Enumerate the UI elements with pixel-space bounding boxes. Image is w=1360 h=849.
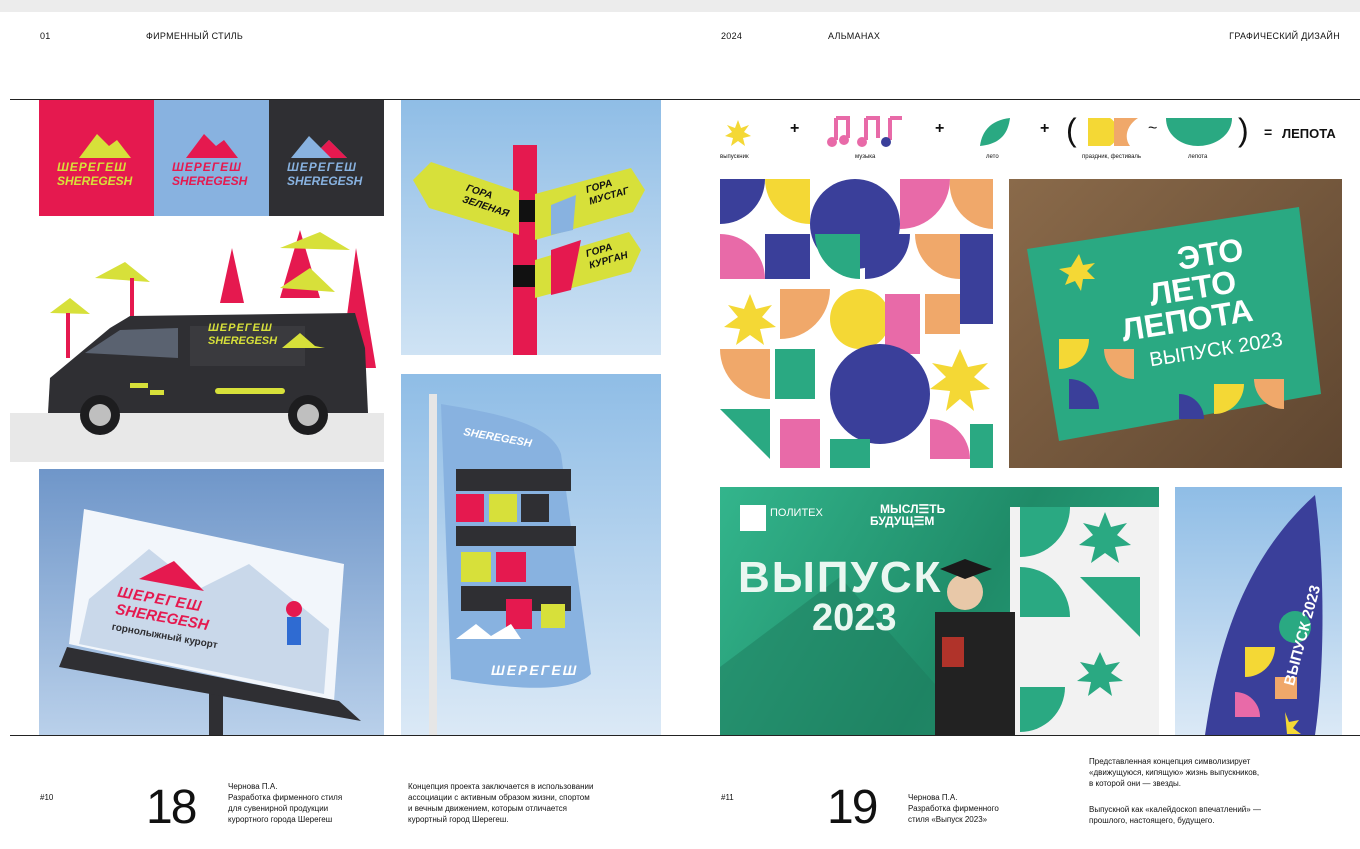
- logo-en-text: SHEREGESH: [172, 174, 248, 188]
- left-desc-line-4: курортный город Шерегеш.: [408, 815, 509, 824]
- right-work-line-2: стиля «Выпуск 2023»: [908, 815, 988, 824]
- logo-tile-pink: ШЕРЕГЕШ SHEREGESH: [39, 100, 154, 216]
- van-logo-en: SHEREGESH: [208, 335, 278, 347]
- logo-tile-blue: ШЕРЕГЕШ SHEREGESH: [154, 100, 269, 216]
- label-music: музыка: [855, 154, 876, 160]
- right-desc-line-1: Представленная концепция символизирует: [1089, 757, 1251, 766]
- year-label: 2024: [721, 31, 743, 41]
- flag-image: SHEREGESH ШЕРЕГЕШ: [401, 374, 661, 735]
- right-page-number: 19: [827, 781, 878, 834]
- card-mockup-image: ЭТО ЛЕТО ЛЕПОТА ВЫПУСК 2023: [1009, 179, 1342, 468]
- banner-slogan-2: БУДУЩ☰М: [870, 514, 935, 528]
- logo-ru-text: ШЕРЕГЕШ: [172, 160, 242, 174]
- right-author: Чернова П.А.: [908, 793, 958, 802]
- logo-en-text: SHEREGESH: [287, 174, 363, 188]
- logo-ru-text: ШЕРЕГЕШ: [287, 160, 357, 174]
- signpost-image: ГОРА ЗЕЛЕНАЯ ГОРА МУСТАГ ГОРА КУРГАН: [401, 100, 661, 355]
- formula-result: ЛЕПОТА: [1282, 126, 1336, 141]
- graduation-flag-image: ВЫПУСК 2023: [1175, 487, 1342, 735]
- paren-close: ): [1238, 112, 1249, 148]
- pattern-panel: [720, 179, 993, 468]
- left-author: Чернова П.А.: [228, 782, 278, 791]
- section-title: ФИРМЕННЫЙ СТИЛЬ: [146, 31, 244, 41]
- flag-bottom-text: ШЕРЕГЕШ: [491, 662, 579, 678]
- van-mockup-image: ШЕРЕГЕШ SHEREGESH: [10, 218, 384, 462]
- paren-open: (: [1066, 112, 1077, 148]
- label-graduate: выпускник: [720, 154, 749, 160]
- page-number-header: 01: [40, 31, 51, 41]
- almanac-label: АЛЬМАНАХ: [828, 31, 881, 41]
- plus-sign: +: [1040, 120, 1050, 137]
- logo-tile-dark: ШЕРЕГЕШ SHEREGESH: [269, 100, 384, 216]
- plus-sign: +: [935, 120, 945, 137]
- left-work-id: #10: [40, 793, 54, 802]
- left-desc-line-1: Концепция проекта заключается в использо…: [408, 782, 594, 791]
- right-work-id: #11: [721, 793, 734, 802]
- banner-title: ВЫПУСК: [738, 553, 943, 602]
- label-summer: лето: [986, 154, 999, 160]
- left-work-line-1: Разработка фирменного стиля: [228, 793, 343, 802]
- equals-sign: =: [1264, 124, 1273, 140]
- left-work-line-3: курортного города Шерегеш: [228, 815, 333, 824]
- left-page-number: 18: [146, 781, 197, 834]
- right-desc-line-3: в которой они — звезды.: [1089, 779, 1181, 788]
- label-holiday: праздник, фестиваль: [1082, 154, 1142, 160]
- politech-logo: ПОЛИТЕХ: [770, 507, 823, 519]
- right-desc-line-4: Выпускной как «калейдоскоп впечатлений» …: [1089, 805, 1261, 814]
- billboard-image: ШЕРЕГЕШ SHEREGESH горнолыжный курорт: [39, 469, 384, 735]
- left-desc-line-2: ассоциации с активным образом жизни, спо…: [408, 793, 590, 802]
- tilde-sign: ~: [1148, 120, 1158, 137]
- left-desc-line-3: и вечным движением, которым отличается: [408, 804, 567, 813]
- van-logo-ru: ШЕРЕГЕШ: [208, 322, 273, 334]
- right-desc-line-5: прошлого, настоящего, будущего.: [1089, 816, 1215, 825]
- label-lepota: лепота: [1188, 154, 1208, 160]
- right-work-line-1: Разработка фирменного: [908, 804, 999, 813]
- footer-rule: [10, 735, 1360, 736]
- plus-sign: +: [790, 120, 800, 137]
- right-desc-line-2: «движущуюся, кипящую» жизнь выпускников,: [1089, 768, 1260, 777]
- logo-ru-text: ШЕРЕГЕШ: [57, 160, 127, 174]
- discipline-title: ГРАФИЧЕСКИЙ ДИЗАЙН: [1229, 31, 1340, 41]
- logo-en-text: SHEREGESH: [57, 174, 133, 188]
- graduation-banner-image: ПОЛИТЕХ МЫСЛ☰ТЬ БУДУЩ☰М ВЫПУСК 2023: [720, 487, 1159, 735]
- concept-formula: + + + ( ~ ) = ЛЕПОТА выпускник музыка ле…: [720, 110, 1345, 170]
- banner-year: 2023: [812, 597, 897, 639]
- left-work-line-2: для сувенирной продукции: [228, 804, 329, 813]
